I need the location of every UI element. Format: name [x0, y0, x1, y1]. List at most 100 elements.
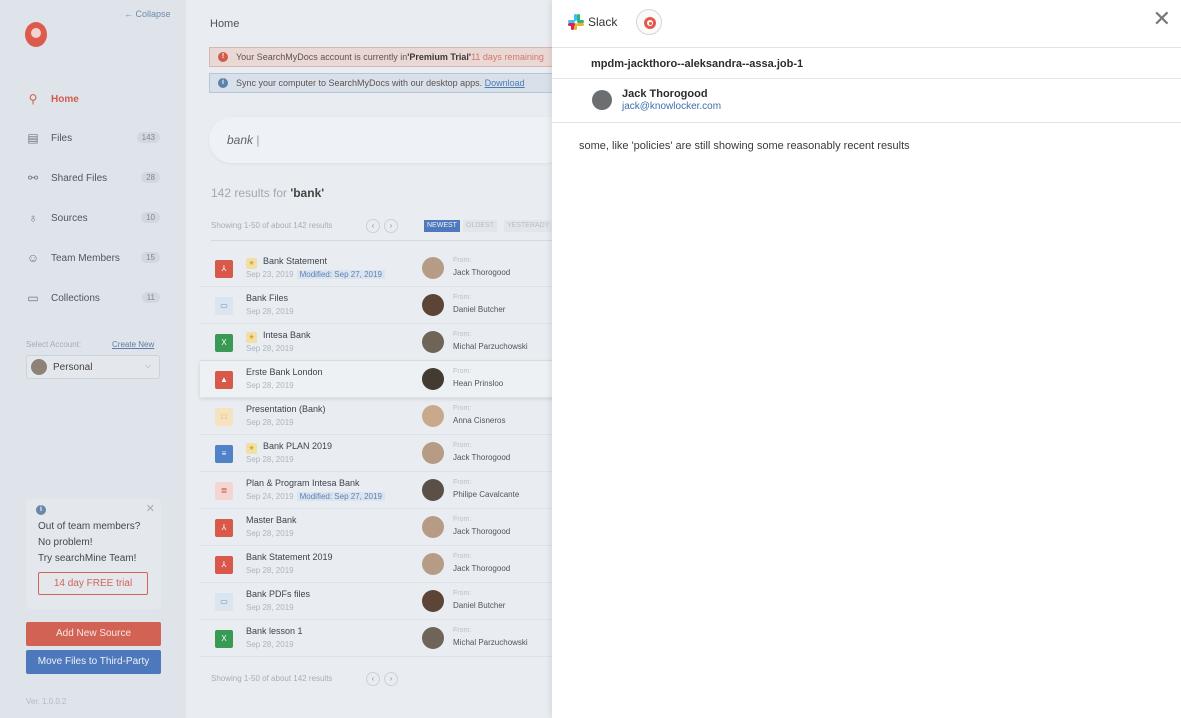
- table-row[interactable]: ≣ Plan & Program Intesa Bank Sep 24, 2019 M…: [200, 472, 552, 509]
- results-query: 'bank': [290, 186, 325, 200]
- page-title: Home: [210, 18, 240, 30]
- sidebar-item-team-members[interactable]: ☺ Team Members 15: [26, 248, 166, 268]
- next-page-button[interactable]: ›: [384, 219, 398, 233]
- folder-icon: ▭: [215, 593, 233, 611]
- filter-newest[interactable]: NEWEST: [424, 220, 460, 232]
- file-name: Plan & Program Intesa Bank: [246, 478, 360, 488]
- from-label: From:: [453, 627, 472, 634]
- table-row[interactable]: ▭ Bank Files Sep 28, 2019 From: Daniel Butch…: [200, 287, 552, 324]
- table-row[interactable]: ≡ ★ Bank PLAN 2019 Sep 28, 2019 From: Jack Th…: [200, 435, 552, 472]
- pdf-icon: ⅄: [215, 519, 233, 537]
- search-value: bank: [227, 133, 254, 147]
- modified-date: Sep 27, 2019: [334, 492, 382, 501]
- file-name-text: Plan & Program Intesa Bank: [246, 478, 360, 488]
- count-badge: 15: [141, 252, 160, 263]
- sidebar: ← Collapse ⚲ Home ▤ Files 143 ⚯ Shared F…: [0, 0, 186, 718]
- divider: [552, 78, 1181, 79]
- user-email-link[interactable]: jack@knowlocker.com: [622, 101, 721, 112]
- sidebar-item-label: Files: [51, 132, 73, 144]
- from-name: Daniel Butcher: [453, 305, 506, 314]
- version-label: Ver. 1.0.0.2: [26, 697, 67, 706]
- divider: [552, 47, 1181, 48]
- file-name: Bank Files: [246, 293, 288, 303]
- close-icon[interactable]: ✕: [1153, 8, 1171, 30]
- file-name: Bank PDFs files: [246, 589, 310, 599]
- from-label: From:: [453, 294, 472, 301]
- open-source-button[interactable]: [636, 9, 662, 35]
- next-page-button[interactable]: ›: [384, 672, 398, 686]
- add-new-source-button[interactable]: Add New Source: [26, 622, 161, 646]
- pdf-icon: ⅄: [215, 260, 233, 278]
- create-new-link[interactable]: Create New: [112, 340, 154, 349]
- trial-bold: 'Premium Trial': [407, 52, 472, 62]
- from-label: From:: [453, 331, 472, 338]
- share-icon: ⚯: [27, 171, 39, 185]
- avatar: [422, 627, 444, 649]
- sidebar-item-sources[interactable]: ♁ Sources 10: [26, 208, 166, 228]
- star-icon[interactable]: ★: [246, 332, 257, 343]
- sidebar-item-home[interactable]: ⚲ Home: [26, 89, 166, 109]
- table-row[interactable]: ▲ Erste Bank London Sep 28, 2019 From: Hean …: [200, 361, 552, 398]
- table-row[interactable]: ▭ Bank PDFs files Sep 28, 2019 From: Daniel …: [200, 583, 552, 620]
- file-date: Sep 23, 2019 Modified: Sep 27, 2019: [246, 270, 385, 279]
- promo-line: Out of team members?: [38, 521, 141, 532]
- file-date: Sep 28, 2019: [246, 344, 294, 353]
- folder-icon: ▭: [27, 291, 39, 305]
- file-name: ★ Bank Statement: [246, 256, 327, 269]
- filter-yesterday[interactable]: YESTERADY: [504, 220, 552, 232]
- sidebar-item-shared-files[interactable]: ⚯ Shared Files 28: [26, 168, 166, 188]
- avatar: [422, 442, 444, 464]
- avatar: [422, 405, 444, 427]
- file-date: Sep 28, 2019: [246, 307, 294, 316]
- close-icon[interactable]: ✕: [146, 502, 155, 515]
- table-row[interactable]: ⅄ ★ Bank Statement Sep 23, 2019 Modified: Se…: [200, 250, 552, 287]
- star-icon[interactable]: ★: [246, 258, 257, 269]
- table-row[interactable]: ⅄ Bank Statement 2019 Sep 28, 2019 From: Jac…: [200, 546, 552, 583]
- file-name: Bank Statement 2019: [246, 552, 333, 562]
- from-label: From:: [453, 257, 472, 264]
- file-date-text: Sep 28, 2019: [246, 418, 294, 427]
- from-label: From:: [453, 516, 472, 523]
- file-name-text: Presentation (Bank): [246, 404, 326, 414]
- file-date: Sep 28, 2019: [246, 455, 294, 464]
- file-name-text: Bank Files: [246, 293, 289, 303]
- app-logo[interactable]: [25, 22, 47, 47]
- prev-page-button[interactable]: ‹: [366, 672, 380, 686]
- from-name: Michal Parzuchowski: [453, 638, 528, 647]
- filter-oldest[interactable]: OLDEST: [463, 220, 498, 232]
- prev-page-button[interactable]: ‹: [366, 219, 380, 233]
- table-row[interactable]: ⅄ Master Bank Sep 28, 2019 From: Jack Thorog…: [200, 509, 552, 546]
- modified-prefix: Modified:: [299, 492, 335, 501]
- star-icon[interactable]: ★: [246, 443, 257, 454]
- sidebar-item-label: Team Members: [51, 252, 120, 264]
- avatar: [422, 516, 444, 538]
- team-icon: ☺: [26, 251, 40, 265]
- sidebar-item-files[interactable]: ▤ Files 143: [26, 128, 166, 148]
- image-icon: ▲: [215, 371, 233, 389]
- file-name: Master Bank: [246, 515, 297, 525]
- account-select[interactable]: Personal ⌵: [26, 355, 160, 379]
- collapse-button[interactable]: ← Collapse: [124, 9, 171, 19]
- from-label: From:: [453, 405, 472, 412]
- table-row[interactable]: X Bank lesson 1 Sep 28, 2019 From: Michal Pa…: [200, 620, 552, 657]
- modified-date: Sep 27, 2019: [334, 270, 382, 279]
- download-link[interactable]: Download: [485, 78, 525, 88]
- search-input[interactable]: bank |: [209, 117, 552, 163]
- chevron-down-icon: ⌵: [144, 361, 151, 370]
- promo-line: Try searchMine Team!: [38, 553, 137, 564]
- from-label: From:: [453, 553, 472, 560]
- divider: [552, 122, 1181, 123]
- file-name: Presentation (Bank): [246, 404, 326, 414]
- sidebar-item-collections[interactable]: ▭ Collections 11: [26, 288, 166, 308]
- team-promo-card: i ✕ Out of team members? No problem! Try…: [26, 499, 161, 609]
- sync-text: Sync your computer to SearchMyDocs with …: [236, 78, 483, 88]
- file-name-text: Master Bank: [246, 515, 297, 525]
- table-row[interactable]: X ★ Intesa Bank Sep 28, 2019 From: Michal Par…: [200, 324, 552, 361]
- file-date: Sep 28, 2019: [246, 640, 294, 649]
- file-date: Sep 28, 2019: [246, 529, 294, 538]
- from-label: From:: [453, 590, 472, 597]
- table-row[interactable]: □ Presentation (Bank) Sep 28, 2019 From: Ann…: [200, 398, 552, 435]
- move-files-button[interactable]: Move Files to Third-Party: [26, 650, 161, 674]
- free-trial-button[interactable]: 14 day FREE trial: [38, 572, 148, 595]
- results-summary: 142 results for 'bank': [211, 186, 324, 200]
